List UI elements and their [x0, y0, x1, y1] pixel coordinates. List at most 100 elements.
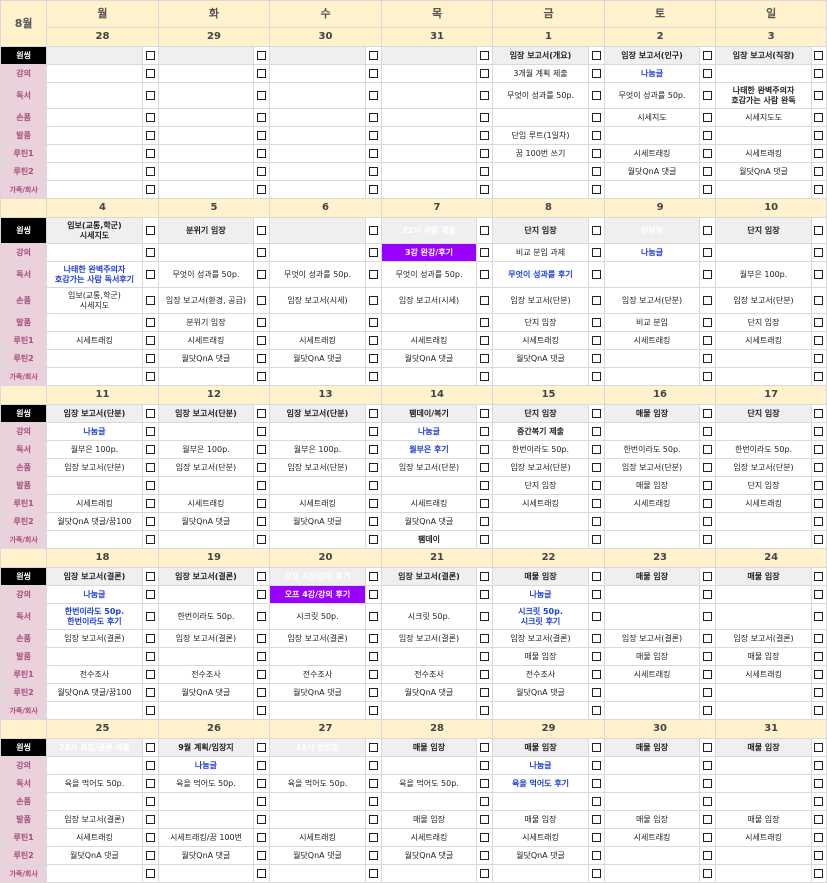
- task-checkbox-cell[interactable]: [141, 313, 159, 332]
- task-checkbox-cell[interactable]: [699, 585, 717, 604]
- task-checkbox-cell[interactable]: [141, 476, 159, 495]
- task-checkbox-cell[interactable]: [587, 530, 605, 549]
- task-checkbox-cell[interactable]: [810, 828, 827, 847]
- checkbox-icon[interactable]: [257, 669, 267, 679]
- checkbox-icon[interactable]: [703, 669, 713, 679]
- checkbox-icon[interactable]: [591, 742, 601, 752]
- task-checkbox-cell[interactable]: [810, 440, 827, 459]
- checkbox-icon[interactable]: [480, 742, 490, 752]
- checkbox-icon[interactable]: [480, 534, 490, 544]
- task-checkbox-cell[interactable]: [810, 792, 827, 811]
- checkbox-icon[interactable]: [145, 166, 155, 176]
- task-checkbox-cell[interactable]: [699, 810, 717, 829]
- task-checkbox-cell[interactable]: [141, 261, 159, 288]
- task-checkbox-cell[interactable]: [476, 349, 494, 368]
- checkbox-icon[interactable]: [368, 371, 378, 381]
- checkbox-icon[interactable]: [257, 589, 267, 599]
- checkbox-icon[interactable]: [368, 778, 378, 788]
- task-checkbox-cell[interactable]: [587, 494, 605, 513]
- task-checkbox-cell[interactable]: [699, 846, 717, 865]
- task-checkbox-cell[interactable]: [587, 46, 605, 65]
- checkbox-icon[interactable]: [257, 184, 267, 194]
- checkbox-icon[interactable]: [703, 269, 713, 279]
- checkbox-icon[interactable]: [368, 68, 378, 78]
- task-checkbox-cell[interactable]: [587, 629, 605, 648]
- checkbox-icon[interactable]: [145, 295, 155, 305]
- checkbox-icon[interactable]: [591, 498, 601, 508]
- checkbox-icon[interactable]: [703, 90, 713, 100]
- task-checkbox-cell[interactable]: [364, 647, 382, 666]
- task-checkbox-cell[interactable]: [476, 64, 494, 83]
- task-checkbox-cell[interactable]: [699, 476, 717, 495]
- checkbox-icon[interactable]: [368, 480, 378, 490]
- task-checkbox-cell[interactable]: [364, 144, 382, 163]
- checkbox-icon[interactable]: [368, 850, 378, 860]
- checkbox-icon[interactable]: [703, 480, 713, 490]
- task-checkbox-cell[interactable]: [253, 349, 271, 368]
- task-checkbox-cell[interactable]: [253, 810, 271, 829]
- task-checkbox-cell[interactable]: [364, 585, 382, 604]
- task-checkbox-cell[interactable]: [587, 144, 605, 163]
- task-checkbox-cell[interactable]: [364, 846, 382, 865]
- task-checkbox-cell[interactable]: [476, 665, 494, 684]
- task-checkbox-cell[interactable]: [587, 792, 605, 811]
- checkbox-icon[interactable]: [145, 462, 155, 472]
- checkbox-icon[interactable]: [145, 571, 155, 581]
- checkbox-icon[interactable]: [703, 444, 713, 454]
- checkbox-icon[interactable]: [814, 148, 824, 158]
- task-checkbox-cell[interactable]: [699, 828, 717, 847]
- checkbox-icon[interactable]: [480, 480, 490, 490]
- checkbox-icon[interactable]: [591, 335, 601, 345]
- checkbox-icon[interactable]: [145, 371, 155, 381]
- checkbox-icon[interactable]: [814, 669, 824, 679]
- checkbox-icon[interactable]: [257, 353, 267, 363]
- checkbox-icon[interactable]: [591, 462, 601, 472]
- task-checkbox-cell[interactable]: [699, 349, 717, 368]
- checkbox-icon[interactable]: [145, 705, 155, 715]
- checkbox-icon[interactable]: [814, 90, 824, 100]
- checkbox-icon[interactable]: [703, 868, 713, 878]
- task-checkbox-cell[interactable]: [810, 585, 827, 604]
- task-checkbox-cell[interactable]: [699, 217, 717, 244]
- checkbox-icon[interactable]: [480, 90, 490, 100]
- task-checkbox-cell[interactable]: [364, 629, 382, 648]
- checkbox-icon[interactable]: [368, 184, 378, 194]
- checkbox-icon[interactable]: [703, 516, 713, 526]
- task-checkbox-cell[interactable]: [364, 243, 382, 262]
- checkbox-icon[interactable]: [480, 317, 490, 327]
- checkbox-icon[interactable]: [814, 534, 824, 544]
- task-checkbox-cell[interactable]: [810, 217, 827, 244]
- task-checkbox-cell[interactable]: [587, 683, 605, 702]
- checkbox-icon[interactable]: [814, 317, 824, 327]
- task-checkbox-cell[interactable]: [364, 217, 382, 244]
- checkbox-icon[interactable]: [591, 426, 601, 436]
- task-checkbox-cell[interactable]: [141, 64, 159, 83]
- checkbox-icon[interactable]: [480, 444, 490, 454]
- checkbox-icon[interactable]: [480, 589, 490, 599]
- checkbox-icon[interactable]: [368, 796, 378, 806]
- task-checkbox-cell[interactable]: [810, 476, 827, 495]
- task-checkbox-cell[interactable]: [364, 530, 382, 549]
- task-checkbox-cell[interactable]: [810, 287, 827, 314]
- task-checkbox-cell[interactable]: [253, 144, 271, 163]
- checkbox-icon[interactable]: [257, 269, 267, 279]
- checkbox-icon[interactable]: [480, 247, 490, 257]
- task-checkbox-cell[interactable]: [810, 313, 827, 332]
- checkbox-icon[interactable]: [480, 130, 490, 140]
- checkbox-icon[interactable]: [480, 112, 490, 122]
- task-checkbox-cell[interactable]: [364, 774, 382, 793]
- checkbox-icon[interactable]: [814, 498, 824, 508]
- checkbox-icon[interactable]: [145, 426, 155, 436]
- task-checkbox-cell[interactable]: [364, 810, 382, 829]
- task-checkbox-cell[interactable]: [141, 603, 159, 630]
- checkbox-icon[interactable]: [368, 633, 378, 643]
- checkbox-icon[interactable]: [814, 269, 824, 279]
- checkbox-icon[interactable]: [480, 295, 490, 305]
- task-checkbox-cell[interactable]: [699, 144, 717, 163]
- checkbox-icon[interactable]: [480, 832, 490, 842]
- checkbox-icon[interactable]: [480, 516, 490, 526]
- checkbox-icon[interactable]: [257, 611, 267, 621]
- checkbox-icon[interactable]: [145, 796, 155, 806]
- task-checkbox-cell[interactable]: [476, 261, 494, 288]
- checkbox-icon[interactable]: [591, 480, 601, 490]
